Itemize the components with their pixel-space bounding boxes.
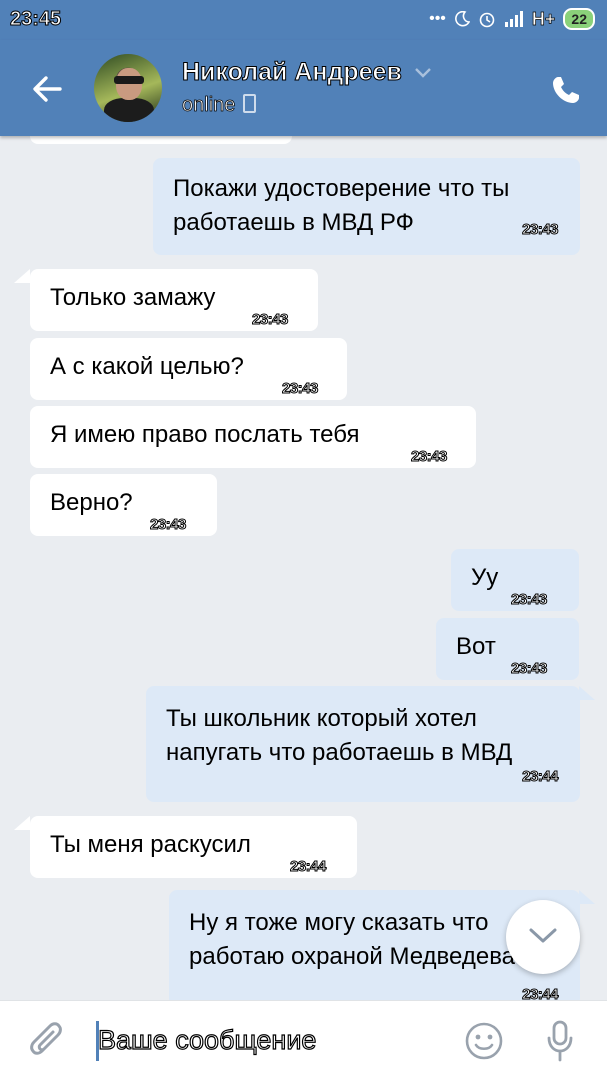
message-time: 23:44 — [522, 768, 559, 786]
scroll-down-button[interactable] — [506, 900, 580, 974]
message-list[interactable]: Покажи удостоверение что ты работаешь в … — [0, 136, 607, 1000]
chevron-down-icon — [529, 928, 557, 943]
contact-avatar[interactable] — [94, 54, 162, 122]
message-bubble-outgoing[interactable]: Вот 23:43 — [436, 618, 579, 680]
message-input-placeholder[interactable]: Ваше сообщение — [97, 1024, 317, 1056]
message-time: 23:43 — [522, 221, 559, 239]
bubble-tail — [579, 890, 595, 904]
status-time: 23:45 — [9, 8, 62, 31]
bubble-tail — [579, 686, 595, 700]
message-time: 23:43 — [150, 516, 187, 534]
phone-call-icon[interactable] — [550, 74, 582, 106]
status-bar: 23:45 ••• H+ 22 — [0, 0, 607, 40]
message-text: Уу — [471, 564, 499, 591]
message-text: Верно? — [50, 489, 133, 516]
mobile-phone-icon — [243, 94, 257, 113]
message-time: 23:43 — [282, 380, 319, 398]
message-text: Ты школьник который хотел напугать что р… — [166, 705, 513, 766]
chevron-down-icon[interactable] — [414, 67, 432, 79]
message-text: Я имею право послать тебя — [50, 421, 360, 448]
message-bubble-incoming[interactable]: Я имею право послать тебя 23:43 — [30, 406, 476, 468]
network-type: H+ — [531, 8, 556, 29]
alarm-icon — [479, 12, 495, 28]
message-time: 23:43 — [252, 311, 289, 329]
message-bubble-incoming[interactable]: Только замажу 23:43 — [30, 269, 318, 331]
emoji-icon[interactable] — [464, 1021, 504, 1061]
contact-status: online — [182, 94, 257, 117]
message-bubble-incoming[interactable]: Ты меня раскусил 23:44 — [30, 816, 357, 878]
message-bubble-outgoing[interactable]: Покажи удостоверение что ты работаешь в … — [153, 158, 580, 255]
message-bubble-incoming[interactable]: Верно? 23:43 — [30, 474, 217, 536]
status-icons: ••• H+ 22 — [429, 8, 595, 30]
message-composer: Ваше сообщение — [0, 1000, 607, 1081]
message-time: 23:44 — [522, 986, 559, 1001]
bubble-tail — [14, 816, 30, 830]
message-text: Покажи удостоверение что ты работаешь в … — [173, 175, 510, 236]
online-label: online — [182, 94, 236, 117]
moon-icon — [454, 11, 470, 27]
message-time: 23:44 — [290, 858, 327, 876]
message-bubble-outgoing[interactable]: Ты школьник который хотел напугать что р… — [146, 686, 580, 802]
back-arrow-icon[interactable] — [30, 72, 64, 106]
message-text: Только замажу — [50, 284, 216, 311]
message-text: Ты меня раскусил — [50, 831, 251, 858]
bubble-tail — [14, 269, 30, 283]
chat-header: Николай Андреев online — [0, 40, 607, 136]
message-bubble-partial[interactable] — [30, 136, 292, 144]
message-time: 23:43 — [511, 660, 548, 678]
message-bubble-outgoing[interactable]: Уу 23:43 — [451, 549, 579, 611]
message-bubble-incoming[interactable]: А с какой целью? 23:43 — [30, 338, 347, 400]
message-text: Ну я тоже могу сказать что работаю охран… — [189, 909, 516, 970]
message-time: 23:43 — [511, 591, 548, 609]
battery-level: 22 — [563, 8, 595, 30]
more-dots-icon: ••• — [429, 10, 446, 27]
signal-icon — [504, 11, 523, 27]
paperclip-icon[interactable] — [28, 1021, 68, 1065]
microphone-icon[interactable] — [546, 1019, 574, 1063]
message-text: А с какой целью? — [50, 353, 244, 380]
message-time: 23:43 — [411, 448, 448, 466]
message-text: Вот — [456, 633, 496, 660]
contact-name[interactable]: Николай Андреев — [182, 58, 403, 87]
